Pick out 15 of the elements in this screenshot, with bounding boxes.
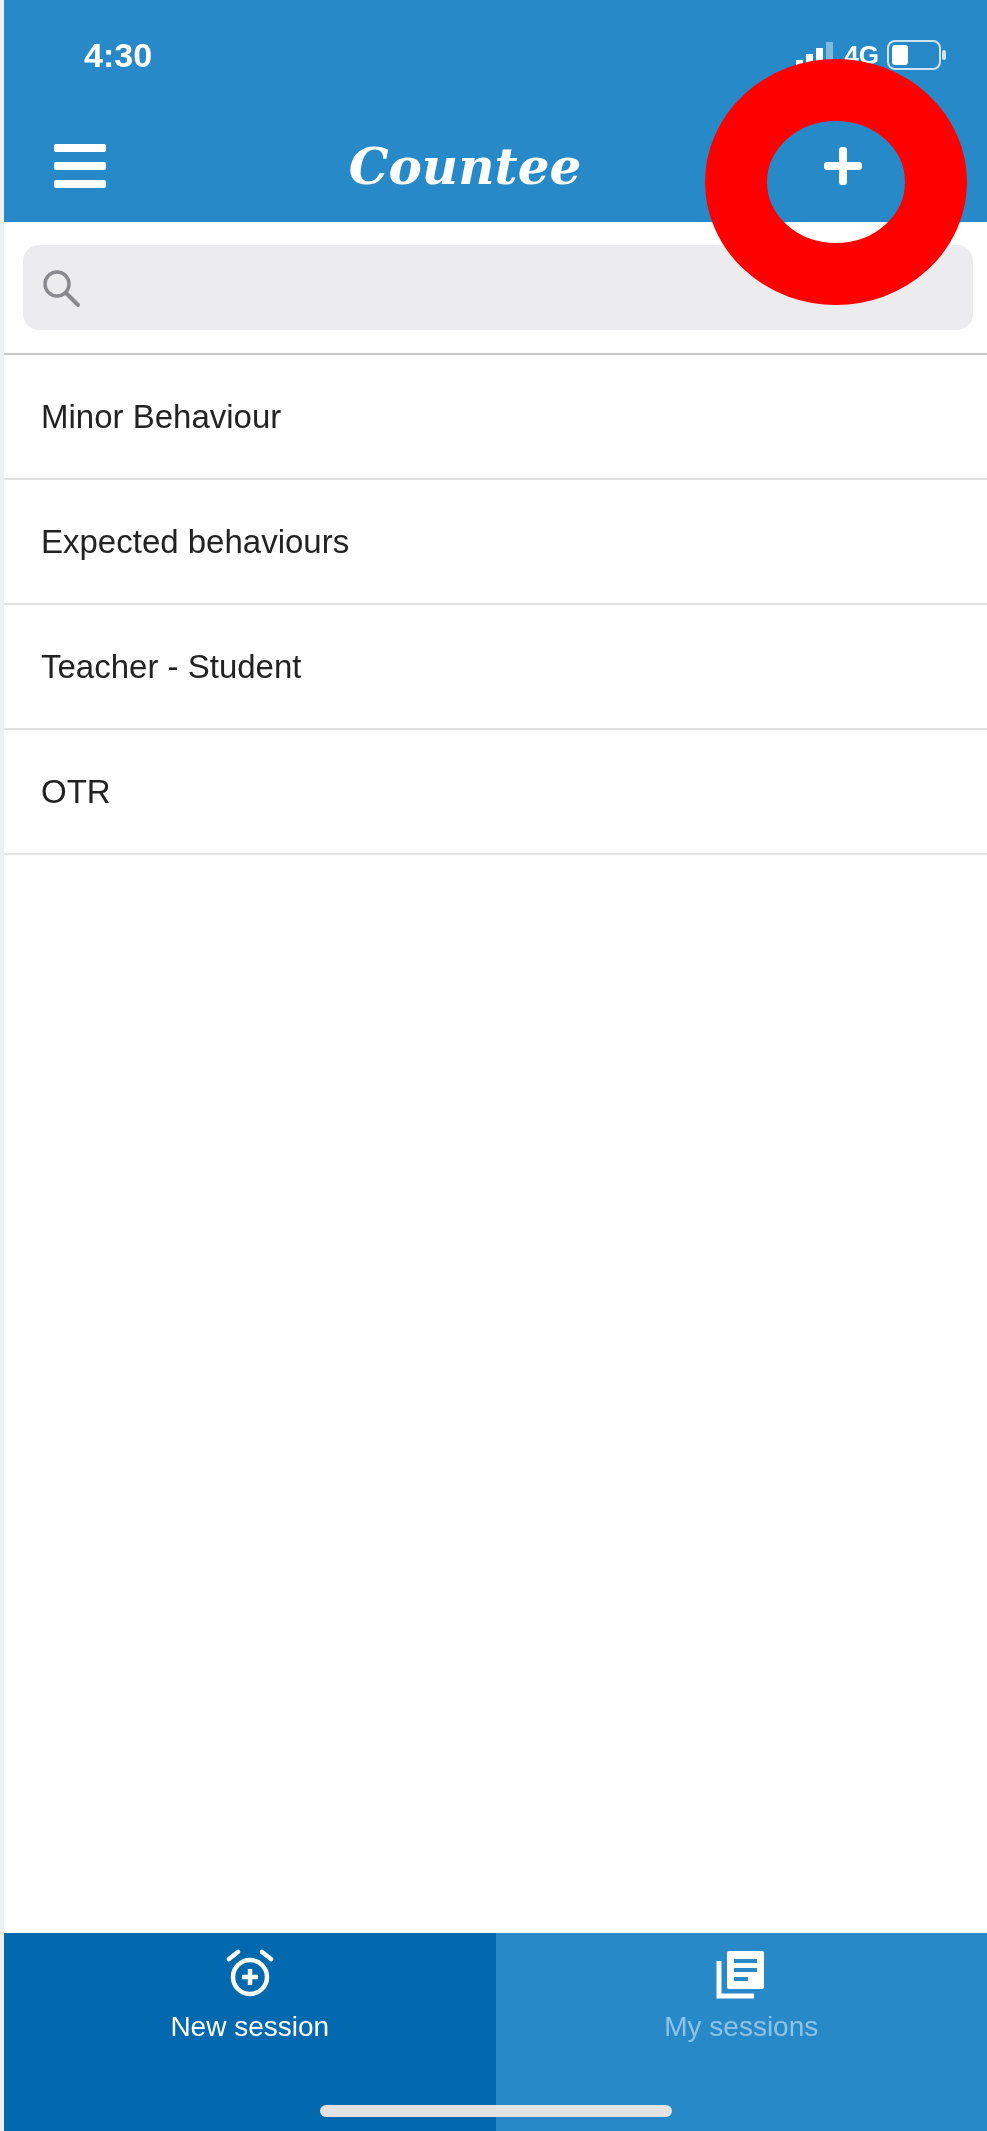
list-item[interactable]: Teacher - Student bbox=[4, 605, 987, 730]
list-item[interactable]: OTR bbox=[4, 730, 987, 855]
battery-icon bbox=[887, 40, 947, 70]
search-icon bbox=[41, 267, 81, 308]
list-item[interactable]: Expected behaviours bbox=[4, 480, 987, 605]
plus-icon bbox=[824, 147, 862, 185]
menu-icon bbox=[54, 144, 106, 188]
tab[interactable]: New session bbox=[4, 1933, 496, 2131]
status-time: 4:30 bbox=[84, 35, 153, 75]
add-button[interactable] bbox=[824, 147, 862, 185]
menu-button[interactable] bbox=[54, 144, 106, 188]
alarm-clock-icon bbox=[224, 1949, 275, 1999]
app-logo: Countee bbox=[348, 136, 582, 196]
list-item[interactable]: Minor Behaviour bbox=[4, 355, 987, 480]
documents-icon bbox=[716, 1949, 767, 1999]
